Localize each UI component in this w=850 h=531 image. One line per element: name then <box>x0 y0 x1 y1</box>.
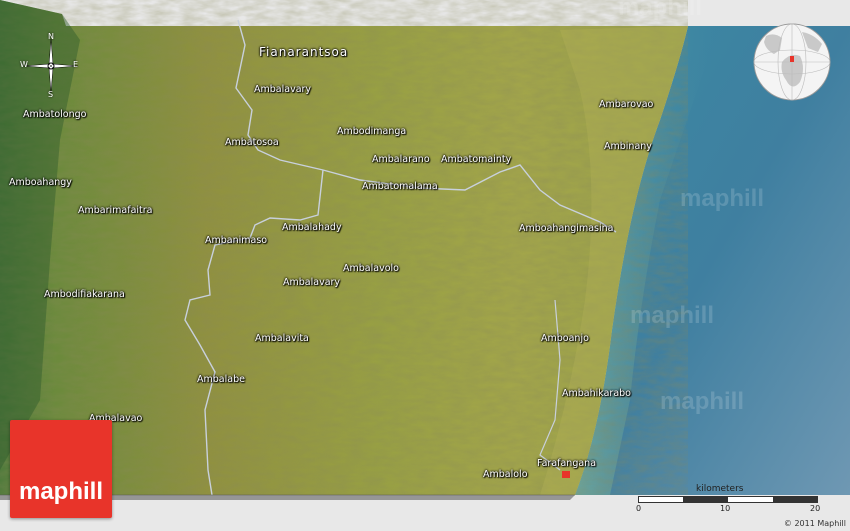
place-label-farafangana: Farafangana <box>537 458 597 469</box>
compass-east-label: E <box>73 60 79 69</box>
place-label-ambinany: Ambinany <box>604 141 652 152</box>
scale-title: kilometers <box>696 484 744 494</box>
watermark-right: maphill <box>680 185 765 212</box>
copyright: © 2011 Maphill <box>783 519 846 528</box>
place-label-ambalavary-south: Ambalavary <box>283 277 341 288</box>
watermark-top: maphill <box>618 0 703 21</box>
place-label-ambodifiakarana: Ambodifiakarana <box>44 289 125 300</box>
place-label-ambatomalama: Ambatomalama <box>362 181 438 192</box>
compass-north-label: N <box>48 32 54 41</box>
place-label-ambalabe: Ambalabe <box>197 374 245 385</box>
maphill-logo[interactable]: maphill <box>10 420 112 518</box>
scale-bar-graphic <box>638 496 818 503</box>
place-label-ambarovao: Ambarovao <box>599 99 654 110</box>
scale-tick-20: 20 <box>810 504 821 513</box>
place-label-amboahangimasina: Amboahangimasina <box>519 223 614 234</box>
place-label-ambalarano: Ambalarano <box>372 154 430 165</box>
place-label-ambatolongo: Ambatolongo <box>23 109 87 120</box>
logo-text: maphill <box>18 478 103 505</box>
compass-south-label: S <box>48 90 54 99</box>
compass-rose: N S E W <box>18 32 84 99</box>
watermark-lower: maphill <box>660 388 745 415</box>
place-label-ambodimanga: Ambodimanga <box>337 126 407 137</box>
place-label-ambalahady: Ambalahady <box>282 222 342 233</box>
terrain-map[interactable] <box>0 0 850 531</box>
place-label-ambatomainty: Ambatomainty <box>441 154 512 165</box>
locator-globe <box>752 22 832 102</box>
compass-west-label: W <box>20 60 28 69</box>
place-label-fianarantsoa: Fianarantsoa <box>259 45 349 59</box>
watermark-mid: maphill <box>630 302 715 329</box>
scale-tick-0: 0 <box>636 504 642 513</box>
place-label-ambalavita: Ambalavita <box>255 333 309 344</box>
place-label-ambalolo: Ambalolo <box>483 469 528 480</box>
scale-bar: kilometers 0 10 20 <box>636 484 826 516</box>
globe-icon <box>753 23 831 101</box>
place-label-amboanjo: Amboanjo <box>541 333 589 344</box>
place-label-ambalavolo: Ambalavolo <box>343 263 399 274</box>
place-label-ambalavary-north: Ambalavary <box>254 84 312 95</box>
place-label-ambanimaso: Ambanimaso <box>205 235 268 246</box>
place-label-amboahangy: Amboahangy <box>9 177 72 188</box>
place-label-ambarimafaitra: Ambarimafaitra <box>78 205 153 216</box>
place-label-ambatosoa: Ambatosoa <box>225 137 279 148</box>
scale-tick-10: 10 <box>720 504 731 513</box>
place-label-ambahikarabo: Ambahikarabo <box>562 388 631 399</box>
